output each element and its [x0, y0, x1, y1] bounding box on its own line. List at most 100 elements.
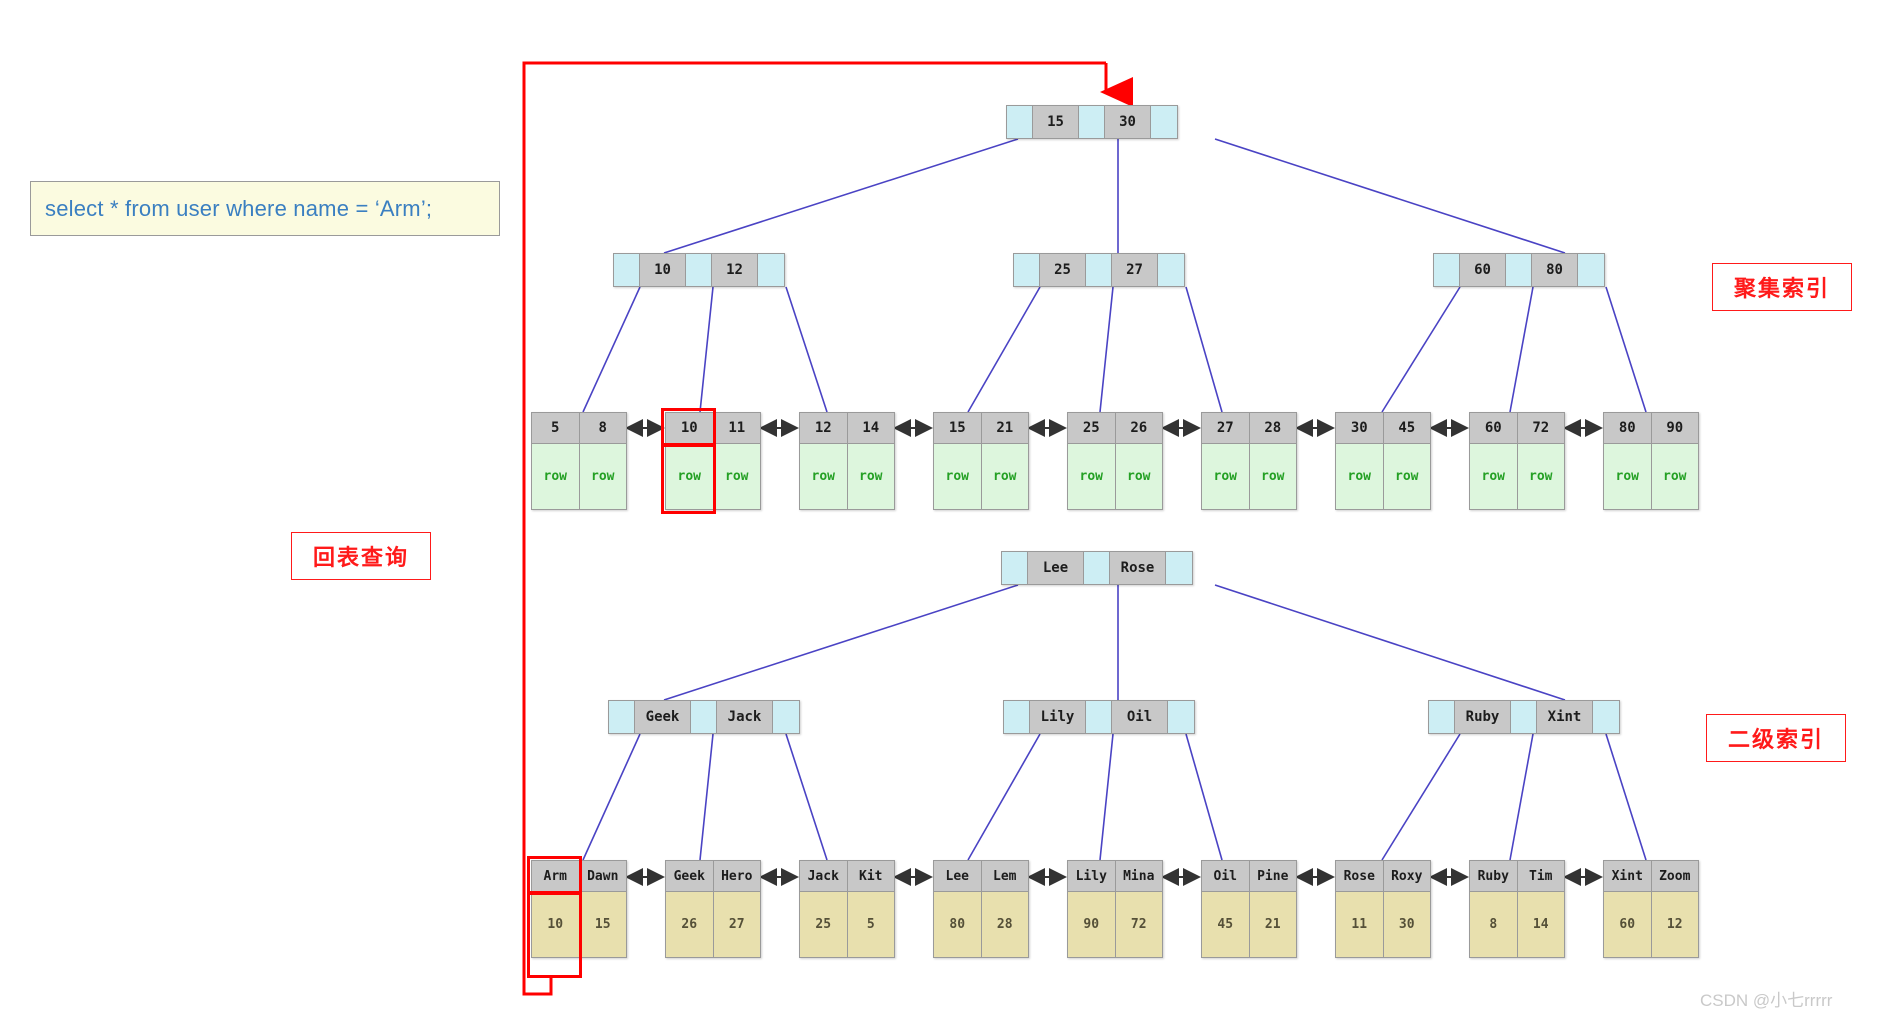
secondary-leaf-node: Oil Pine 45 21: [1201, 860, 1297, 958]
sql-text: select * from user where name = ‘Arm’;: [45, 195, 433, 221]
sql-callout: select * from user where name = ‘Arm’;: [30, 181, 500, 236]
clustered-internal-node: 10 12: [613, 253, 785, 287]
leaf-key-row: 25 26: [1068, 413, 1162, 443]
table-lookup-path: [522, 61, 1133, 996]
leaf-key-row: 10 11: [666, 413, 760, 443]
leaf-key-cell: Lem: [981, 861, 1028, 891]
leaf-key-cell: Mina: [1115, 861, 1162, 891]
key-cell: 15: [1033, 106, 1079, 138]
pointer-cell: [1434, 254, 1460, 286]
leaf-key-cell: 45: [1383, 413, 1430, 443]
leaf-key-row: 15 21: [934, 413, 1028, 443]
pointer-cell: [1004, 701, 1030, 733]
row-cell: row: [532, 444, 580, 509]
clustered-leaf-node: 60 72 row row: [1469, 412, 1565, 510]
row-cell: row: [713, 444, 760, 509]
pointer-cell: [1506, 254, 1532, 286]
clustered-internal-node: 25 27: [1013, 253, 1185, 287]
leaf-key-cell: Oil: [1202, 861, 1250, 891]
pk-cell: 5: [847, 892, 894, 957]
secondary-leaf-node: Xint Zoom 60 12: [1603, 860, 1699, 958]
leaf-key-row: Lily Mina: [1068, 861, 1162, 891]
leaf-key-cell: 90: [1651, 413, 1698, 443]
leaf-key-cell: 21: [981, 413, 1028, 443]
pointer-cell: [1086, 254, 1112, 286]
leaf-key-cell: Geek: [666, 861, 714, 891]
leaf-key-row: 30 45: [1336, 413, 1430, 443]
pk-cell: 60: [1604, 892, 1652, 957]
leaf-key-cell: 15: [934, 413, 982, 443]
pointer-cell: [1002, 552, 1028, 584]
clustered-internal-node: 60 80: [1433, 253, 1605, 287]
leaf-row-data: row row: [1470, 443, 1564, 509]
leaf-key-row: Jack Kit: [800, 861, 894, 891]
leaf-key-row: Geek Hero: [666, 861, 760, 891]
secondary-leaf-node: Jack Kit 25 5: [799, 860, 895, 958]
key-cell: 10: [640, 254, 686, 286]
key-cell: Lee: [1028, 552, 1084, 584]
leaf-key-cell: Ruby: [1470, 861, 1518, 891]
leaf-pk-row: 80 28: [934, 891, 1028, 957]
clustered-leaf-node: 30 45 row row: [1335, 412, 1431, 510]
table-lookup-label: 回表查询: [291, 532, 431, 580]
pointer-cell: [758, 254, 784, 286]
pk-cell: 45: [1202, 892, 1250, 957]
clustered-root-node: 15 30: [1006, 105, 1178, 139]
pointer-cell: [1084, 552, 1110, 584]
pointer-cell: [1151, 106, 1177, 138]
row-cell: row: [1604, 444, 1652, 509]
leaf-key-cell: 80: [1604, 413, 1652, 443]
secondary-leaf-node: Rose Roxy 11 30: [1335, 860, 1431, 958]
pointer-cell: [1166, 552, 1192, 584]
leaf-pk-row: 26 27: [666, 891, 760, 957]
leaf-pk-row: 11 30: [1336, 891, 1430, 957]
leaf-key-cell: 27: [1202, 413, 1250, 443]
row-cell: row: [1249, 444, 1296, 509]
pointer-cell: [1014, 254, 1040, 286]
row-cell: row: [1336, 444, 1384, 509]
row-cell: row: [981, 444, 1028, 509]
secondary-internal-node: Ruby Xint: [1428, 700, 1620, 734]
pk-cell: 80: [934, 892, 982, 957]
leaf-row-data: row row: [1202, 443, 1296, 509]
secondary-leaf-node: Geek Hero 26 27: [665, 860, 761, 958]
leaf-key-cell: Zoom: [1651, 861, 1698, 891]
clustered-leaf-node: 27 28 row row: [1201, 412, 1297, 510]
secondary-leaf-node: Lee Lem 80 28: [933, 860, 1029, 958]
pointer-cell: [686, 254, 712, 286]
leaf-pk-row: 90 72: [1068, 891, 1162, 957]
pointer-cell: [1429, 701, 1455, 733]
row-cell: row: [1651, 444, 1698, 509]
pointer-cell: [773, 701, 799, 733]
pointer-cell: [1593, 701, 1619, 733]
secondary-root-node: Lee Rose: [1001, 551, 1193, 585]
leaf-key-cell: 26: [1115, 413, 1162, 443]
secondary-leaf-node: Arm Dawn 10 15: [531, 860, 627, 958]
leaf-key-cell: Lily: [1068, 861, 1116, 891]
pk-cell: 72: [1115, 892, 1162, 957]
key-cell: Xint: [1537, 701, 1593, 733]
row-cell: row: [1202, 444, 1250, 509]
leaf-key-cell: Tim: [1517, 861, 1564, 891]
leaf-key-cell: 60: [1470, 413, 1518, 443]
key-cell: 12: [712, 254, 758, 286]
leaf-key-row: Arm Dawn: [532, 861, 626, 891]
key-cell: 25: [1040, 254, 1086, 286]
leaf-key-cell: 72: [1517, 413, 1564, 443]
clustered-leaf-node: 12 14 row row: [799, 412, 895, 510]
diagram-canvas: select * from user where name = ‘Arm’; 聚…: [0, 0, 1884, 1015]
leaf-pk-row: 10 15: [532, 891, 626, 957]
clustered-leaf-node: 10 11 row row: [665, 412, 761, 510]
leaf-key-row: 60 72: [1470, 413, 1564, 443]
leaf-key-cell: Lee: [934, 861, 982, 891]
key-cell: 27: [1112, 254, 1158, 286]
leaf-key-cell: 14: [847, 413, 894, 443]
pk-cell: 21: [1249, 892, 1296, 957]
pk-cell: 11: [1336, 892, 1384, 957]
watermark: CSDN @小七rrrrr: [1700, 991, 1833, 1010]
pointer-cell: [1511, 701, 1537, 733]
leaf-key-cell: 8: [579, 413, 626, 443]
leaf-key-cell: 28: [1249, 413, 1296, 443]
row-cell: row: [1517, 444, 1564, 509]
pk-cell: 10: [532, 892, 580, 957]
